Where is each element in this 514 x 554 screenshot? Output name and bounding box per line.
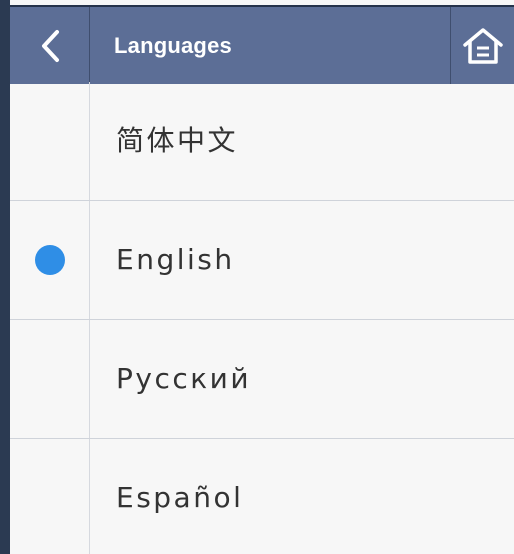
selected-dot-icon xyxy=(35,245,65,275)
language-label: Русский xyxy=(116,362,252,395)
radio-indicator xyxy=(35,364,65,394)
header-bar: Languages xyxy=(10,5,514,84)
language-settings-screen: Languages 简体中文 English Русский Español xyxy=(0,0,514,554)
page-title: Languages xyxy=(114,33,232,58)
home-icon xyxy=(462,27,503,64)
language-option-russian[interactable]: Русский xyxy=(10,320,514,439)
left-frame-border xyxy=(0,0,10,554)
back-button[interactable] xyxy=(10,7,89,84)
language-list: 简体中文 English Русский Español xyxy=(10,82,514,554)
chevron-left-icon xyxy=(41,29,59,62)
language-label: Español xyxy=(116,481,244,514)
language-option-english[interactable]: English xyxy=(10,201,514,320)
language-option-chinese[interactable]: 简体中文 xyxy=(10,82,514,201)
radio-indicator xyxy=(35,483,65,513)
header-divider xyxy=(89,7,90,84)
language-option-spanish[interactable]: Español xyxy=(10,439,514,554)
language-label: 简体中文 xyxy=(116,124,239,157)
language-label: English xyxy=(116,243,235,276)
home-button[interactable] xyxy=(451,7,514,84)
radio-indicator xyxy=(35,126,65,156)
